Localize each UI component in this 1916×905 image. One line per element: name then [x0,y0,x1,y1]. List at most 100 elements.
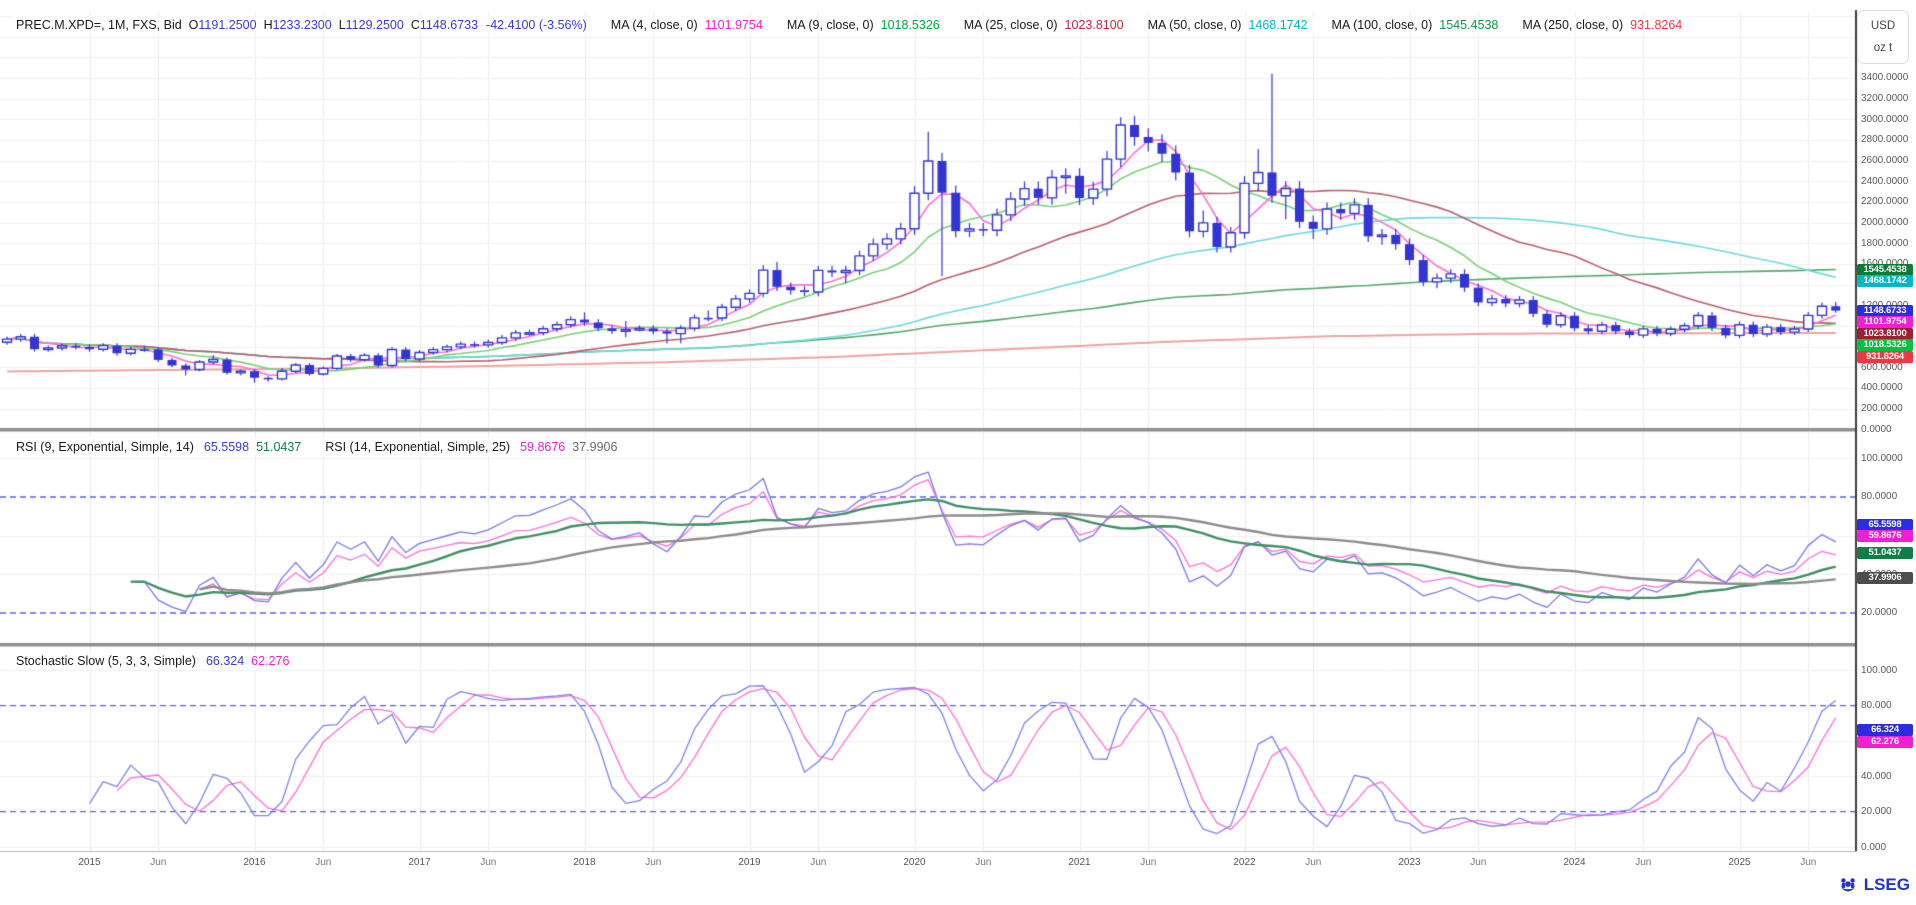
net-change: -42.4100 (-3.56%) [486,16,587,34]
axis-tick-label: 2800.0000 [1861,134,1908,145]
time-axis-label: Jun [1470,857,1486,868]
axis-tick-label: 20.0000 [1861,607,1897,618]
time-axis-label: Jun [315,857,331,868]
time-axis-label: 2017 [408,857,430,868]
axis-tick-label: 80.0000 [1861,491,1897,502]
ma-legend-label: MA (250, close, 0) [1522,16,1623,34]
ma-legend-label: MA (25, close, 0) [964,16,1058,34]
ohlc-values: O1191.2500 H1233.2300 L1129.2500 C1148.6733 [182,16,478,34]
time-axis-label: Jun [480,857,496,868]
value-badge: 1545.4538 [1857,264,1913,276]
ma-legend-value: 1545.4538 [1439,16,1498,34]
ma-legend-label: MA (4, close, 0) [611,16,698,34]
time-axis-label: Jun [975,857,991,868]
axis-tick-label: 80.000 [1861,700,1892,711]
axis-tick-label: 1800.0000 [1861,238,1908,249]
time-axis-label: Jun [810,857,826,868]
time-axis-label: 2019 [738,857,760,868]
axis-tick-label: 40.000 [1861,771,1892,782]
time-axis-label: 2021 [1068,857,1090,868]
instrument-legend[interactable]: PREC.M.XPD=, 1M, FXS, Bid O1191.2500 H123… [12,16,1686,34]
axis-tick-label: 3200.0000 [1861,93,1908,104]
rsi2-ma-value: 37.9906 [572,438,617,456]
value-badge: 1148.6733 [1857,305,1913,317]
time-axis-label: 2024 [1563,857,1585,868]
ma-legend-entries: MA (4, close, 0) 1101.9754 MA (9, close, 0… [587,16,1682,34]
ohlc-item: O1191.2500 [189,18,257,32]
time-axis-label: Jun [645,857,661,868]
ohlc-item: C1148.6733 [411,18,478,32]
axis-tick-label: 100.0000 [1861,453,1903,464]
time-axis-label: 2018 [573,857,595,868]
time-axis-label: Jun [1305,857,1321,868]
time-axis-label: Jun [150,857,166,868]
axis-tick-label: 200.0000 [1861,403,1903,414]
ma-legend-entry[interactable]: MA (25, close, 0) 1023.8100 [964,16,1124,34]
stoch-label: Stochastic Slow (5, 3, 3, Simple) [16,652,196,670]
lseg-crest-icon [1837,874,1859,896]
ma-legend-entry[interactable]: MA (100, close, 0) 1545.4538 [1332,16,1499,34]
axis-tick-label: 2200.0000 [1861,196,1908,207]
axis-tick-label: 3400.0000 [1861,72,1908,83]
ma-legend-value: 1468.1742 [1248,16,1307,34]
time-axis-label: 2023 [1398,857,1420,868]
ohlc-item: H1233.2300 [264,18,332,32]
ma-legend-label: MA (9, close, 0) [787,16,874,34]
time-axis-label: 2016 [243,857,265,868]
weight-unit: oz t [1874,42,1893,54]
time-axis-label: Jun [1140,857,1156,868]
ma-legend-entry[interactable]: MA (9, close, 0) 1018.5326 [787,16,940,34]
instrument-title: PREC.M.XPD=, 1M, FXS, Bid [16,16,182,34]
axis-tick-label: 600.0000 [1861,362,1903,373]
rsi1-value: 65.5598 [204,438,249,456]
ohlc-item: L1129.2500 [339,18,404,32]
lseg-logo: LSEG [1837,874,1910,896]
value-badge: 66.324 [1857,724,1913,736]
axis-tick-label: 2600.0000 [1861,155,1908,166]
currency-unit: USD [1871,20,1895,32]
value-badge: 59.8676 [1857,530,1913,542]
value-badge: 1023.8100 [1857,328,1913,340]
axis-tick-label: 20.000 [1861,806,1892,817]
axis-tick-label: 3000.0000 [1861,114,1908,125]
rsi1-ma-value: 51.0437 [256,438,301,456]
time-axis-label: 2020 [903,857,925,868]
ma-legend-entry[interactable]: MA (250, close, 0) 931.8264 [1522,16,1682,34]
stoch-d-value: 62.276 [251,652,289,670]
ma-legend-label: MA (100, close, 0) [1332,16,1433,34]
value-badge: 37.9906 [1857,572,1913,584]
rsi2-label: RSI (14, Exponential, Simple, 25) [325,438,510,456]
value-badge: 62.276 [1857,736,1913,748]
value-badge: 931.8264 [1857,351,1913,363]
axis-tick-label: 100.000 [1861,665,1897,676]
axis-tick-label: 400.0000 [1861,382,1903,393]
value-badge: 1468.1742 [1857,275,1913,287]
ma-legend-entry[interactable]: MA (50, close, 0) 1468.1742 [1148,16,1308,34]
time-axis-label: 2015 [78,857,100,868]
axis-unit-box[interactable]: USD oz t [1857,10,1909,64]
ma-legend-label: MA (50, close, 0) [1148,16,1242,34]
axis-tick-label: 2000.0000 [1861,217,1908,228]
ma-legend-value: 1101.9754 [705,16,763,34]
time-axis-label: 2025 [1728,857,1750,868]
time-axis-label: Jun [1635,857,1651,868]
axis-tick-label: 2400.0000 [1861,176,1908,187]
value-badge: 51.0437 [1857,547,1913,559]
time-axis-label: 2022 [1233,857,1255,868]
axis-tick-label: 0.0000 [1861,424,1892,435]
axis-tick-label: 0.000 [1861,842,1886,853]
stochastic-legend[interactable]: Stochastic Slow (5, 3, 3, Simple) 66.324… [12,652,293,670]
stoch-k-value: 66.324 [206,652,244,670]
value-badge: 65.5598 [1857,519,1913,531]
chart-application: PREC.M.XPD=, 1M, FXS, Bid O1191.2500 H123… [0,0,1916,905]
rsi-legend[interactable]: RSI (9, Exponential, Simple, 14) 65.5598… [12,438,621,456]
ma-legend-value: 1018.5326 [881,16,940,34]
value-badge: 1101.9754 [1857,316,1913,328]
rsi2-value: 59.8676 [520,438,565,456]
lseg-logo-text: LSEG [1864,875,1910,895]
ma-legend-value: 931.8264 [1630,16,1682,34]
ma-legend-value: 1023.8100 [1065,16,1124,34]
ma-legend-entry[interactable]: MA (4, close, 0) 1101.9754 [611,16,763,34]
time-axis-label: Jun [1800,857,1816,868]
value-badge: 1018.5326 [1857,339,1913,351]
